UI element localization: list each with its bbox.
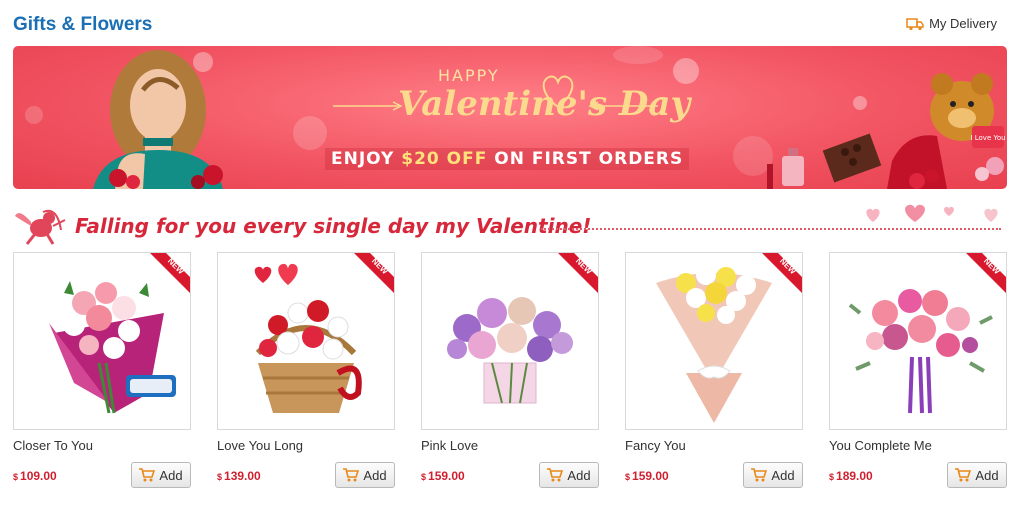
product-price-value: 109.00 [20,469,57,483]
gifts-image: I Love You [767,73,1006,189]
promo-pre: ENJOY [331,149,402,169]
banner-happy-text: HAPPY [438,66,500,85]
cupid-icon [15,209,66,245]
product-price: $159.00 [421,469,465,483]
new-ribbon: NEW [558,253,598,293]
product-image[interactable]: NEW [421,252,599,430]
currency-symbol: $ [421,472,427,482]
add-to-cart-button[interactable]: Add [131,462,191,488]
valentines-banner[interactable]: HAPPY Valentine's Day ENJOY $20 OFF ON F… [13,46,1007,189]
currency-symbol: $ [829,472,835,482]
product-card: NEW Fancy You $159.00 Add [625,252,803,488]
product-image[interactable]: NEW [829,252,1007,430]
product-name[interactable]: Closer To You [13,438,191,454]
new-ribbon: NEW [150,253,190,293]
page-title: Gifts & Flowers [13,14,153,35]
heart-outline-icon [542,75,574,109]
product-card: NEW Pink Love $159.00 Add [421,252,599,488]
add-to-cart-button[interactable]: Add [539,462,599,488]
new-ribbon: NEW [762,253,802,293]
woman-image [93,50,223,189]
cart-icon [343,468,360,482]
add-button-label: Add [363,467,387,483]
add-to-cart-button[interactable]: Add [743,462,803,488]
product-price: $139.00 [217,469,261,483]
product-price: $189.00 [829,469,873,483]
currency-symbol: $ [625,472,631,482]
gift-box-text: I Love You [970,134,1005,142]
cart-icon [547,468,564,482]
product-card: NEW Closer To You $109.00 Add [13,252,191,488]
tagline-text: Falling for you every single day my Vale… [75,214,592,238]
tagline-row: Falling for you every single day my Vale… [13,202,1007,245]
product-name[interactable]: Pink Love [421,438,599,454]
add-button-label: Add [159,467,183,483]
add-button-label: Add [771,467,795,483]
product-price-value: 159.00 [428,469,465,483]
hearts-decoration [866,204,998,222]
cart-icon [139,468,156,482]
promo-text: ENJOY $20 OFF ON FIRST ORDERS [325,148,690,170]
new-ribbon: NEW [354,253,394,293]
cart-icon [751,468,768,482]
product-name[interactable]: Fancy You [625,438,803,454]
product-name[interactable]: Love You Long [217,438,395,454]
delivery-label: My Delivery [929,16,997,31]
add-button-label: Add [567,467,591,483]
currency-symbol: $ [217,472,223,482]
product-image[interactable]: NEW [13,252,191,430]
header: Gifts & Flowers My Delivery [13,12,1007,38]
product-price-value: 139.00 [224,469,261,483]
product-price-value: 189.00 [836,469,873,483]
cart-icon [955,468,972,482]
product-card: NEW Love You Long $139.00 Add [217,252,395,488]
product-image[interactable]: NEW [217,252,395,430]
arrow-left-decoration [333,101,403,111]
currency-symbol: $ [13,472,19,482]
new-ribbon: NEW [966,253,1006,293]
product-image[interactable]: NEW [625,252,803,430]
dotted-divider [541,228,1001,230]
product-price: $109.00 [13,469,57,483]
product-price-value: 159.00 [632,469,669,483]
product-card: NEW You Complete Me $189.00 Add [829,252,1007,488]
add-to-cart-button[interactable]: Add [335,462,395,488]
product-name[interactable]: You Complete Me [829,438,1007,454]
truck-icon [906,17,924,30]
promo-amount: $20 OFF [401,149,488,169]
add-to-cart-button[interactable]: Add [947,462,1007,488]
promo-post: ON FIRST ORDERS [487,149,684,169]
add-button-label: Add [975,467,999,483]
product-price: $159.00 [625,469,669,483]
my-delivery-link[interactable]: My Delivery [906,16,997,31]
